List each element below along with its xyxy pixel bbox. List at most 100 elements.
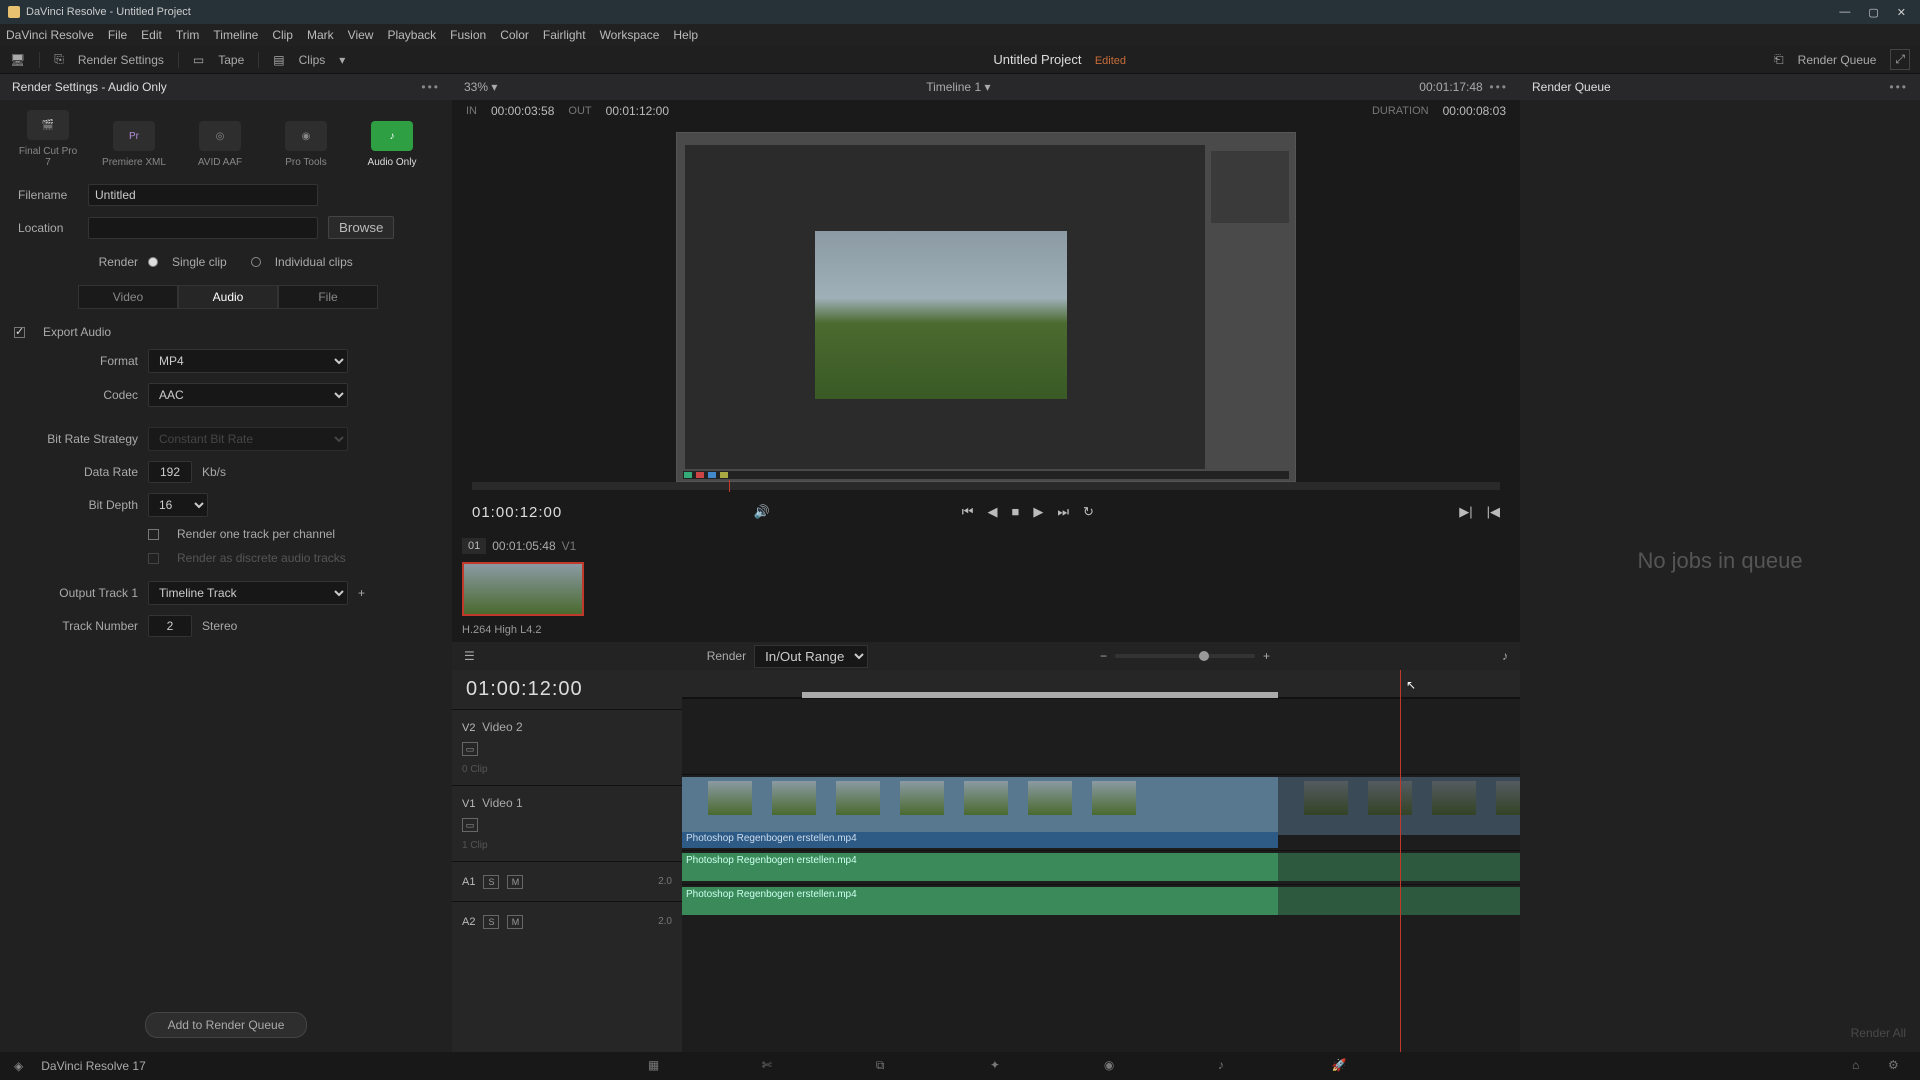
scrubber[interactable] — [472, 482, 1500, 490]
add-track-icon[interactable]: + — [358, 586, 365, 600]
play-icon[interactable]: ▶ — [1033, 504, 1043, 520]
menu-item[interactable]: Workspace — [600, 28, 660, 42]
first-frame-icon[interactable]: ⏮ — [962, 504, 974, 520]
panel-menu-icon[interactable]: ••• — [1889, 80, 1908, 94]
tab-audio[interactable]: Audio — [178, 285, 278, 309]
menu-item[interactable]: Fairlight — [543, 28, 586, 42]
window-close-icon[interactable]: ✕ — [1897, 6, 1906, 19]
home-icon[interactable]: ⌂ — [1852, 1058, 1870, 1074]
single-clip-radio[interactable] — [148, 257, 158, 267]
solo-button[interactable]: S — [483, 875, 499, 889]
render-queue-toggle[interactable]: Render Queue — [1798, 53, 1877, 67]
timeline-tracks[interactable]: Photoshop Regenbogen erstellen.mp4 Photo… — [682, 670, 1520, 1052]
menu-item[interactable]: Color — [500, 28, 529, 42]
menu-item[interactable]: Timeline — [213, 28, 258, 42]
track-header-v1[interactable]: V1 Video 1 ▭ 1 Clip — [452, 785, 682, 861]
audio-clip[interactable]: Photoshop Regenbogen erstellen.mp4 — [682, 853, 1278, 881]
individual-clips-radio[interactable] — [251, 257, 261, 267]
menu-item[interactable]: Mark — [307, 28, 334, 42]
zoom-out-icon[interactable]: − — [1100, 649, 1107, 663]
settings-icon[interactable]: ⚙ — [1888, 1058, 1906, 1074]
add-to-render-queue-button[interactable]: Add to Render Queue — [145, 1012, 308, 1038]
chevron-down-icon[interactable]: ▾ — [339, 53, 345, 67]
menu-item[interactable]: View — [348, 28, 374, 42]
browse-button[interactable]: Browse — [328, 216, 394, 239]
tape-toggle[interactable]: Tape — [218, 53, 244, 67]
menu-item[interactable]: Help — [673, 28, 698, 42]
track-header-v2[interactable]: V2 Video 2 ▭ 0 Clip — [452, 709, 682, 785]
viewer-menu-icon[interactable]: ••• — [1489, 80, 1508, 94]
clips-icon[interactable]: ▤ — [273, 53, 284, 67]
tab-video[interactable]: Video — [78, 285, 178, 309]
preset-avid[interactable]: ◎AVID AAF — [188, 121, 252, 168]
monitor-icon[interactable]: 🖥 — [10, 53, 25, 67]
timeline-view-icon[interactable]: ☰ — [464, 649, 475, 663]
bit-depth-select[interactable]: 16 — [148, 493, 208, 517]
clips-toggle[interactable]: Clips — [299, 53, 326, 67]
chevron-down-icon[interactable]: ▾ — [491, 80, 497, 94]
window-minimize-icon[interactable]: — — [1839, 6, 1850, 19]
menu-item[interactable]: Trim — [176, 28, 200, 42]
track-v1[interactable]: Photoshop Regenbogen erstellen.mp4 — [682, 774, 1520, 850]
audio-clip-dim[interactable] — [1278, 853, 1520, 881]
preset-protools[interactable]: ◉Pro Tools — [274, 121, 338, 168]
cut-page-icon[interactable]: ✄ — [762, 1058, 780, 1074]
output-track-select[interactable]: Timeline Track — [148, 581, 348, 605]
panel-menu-icon[interactable]: ••• — [421, 80, 440, 94]
stop-icon[interactable]: ■ — [1011, 504, 1019, 520]
audio-clip[interactable]: Photoshop Regenbogen erstellen.mp4 — [682, 887, 1278, 915]
video-clip[interactable] — [682, 777, 1278, 835]
menu-item[interactable]: File — [108, 28, 127, 42]
chevron-down-icon[interactable]: ▾ — [984, 80, 990, 94]
edit-page-icon[interactable]: ⧉ — [876, 1058, 894, 1074]
speaker-icon[interactable]: 🔊 — [754, 504, 770, 520]
menu-item[interactable]: Clip — [272, 28, 293, 42]
media-thumbnail[interactable] — [462, 562, 584, 616]
viewer-canvas[interactable] — [452, 122, 1520, 492]
track-enable-icon[interactable]: ▭ — [462, 742, 478, 756]
expand-icon[interactable]: ⤢ — [1890, 49, 1910, 70]
zoom-slider[interactable] — [1115, 654, 1255, 658]
fairlight-page-icon[interactable]: ♪ — [1218, 1058, 1236, 1074]
one-track-checkbox[interactable] — [148, 529, 159, 540]
menu-item[interactable]: DaVinci Resolve — [6, 28, 94, 42]
step-back-icon[interactable]: ◀ — [987, 504, 997, 520]
audio-meter-icon[interactable]: ♪ — [1502, 649, 1508, 663]
format-select[interactable]: MP4 — [148, 349, 348, 373]
track-a2[interactable]: Photoshop Regenbogen erstellen.mp4 — [682, 884, 1520, 918]
playhead[interactable] — [1400, 670, 1401, 1052]
deliver-page-icon[interactable]: 🚀 — [1332, 1058, 1350, 1074]
tape-icon[interactable]: ▭ — [193, 53, 204, 67]
track-header-a1[interactable]: A1 S M 2.0 — [452, 861, 682, 901]
preset-final-cut[interactable]: 🎬Final Cut Pro 7 — [16, 110, 80, 168]
track-number-input[interactable] — [148, 615, 192, 637]
scrubber-playhead[interactable] — [729, 480, 730, 492]
render-range-select[interactable]: In/Out Range — [754, 645, 868, 668]
menu-item[interactable]: Fusion — [450, 28, 486, 42]
color-page-icon[interactable]: ◉ — [1104, 1058, 1122, 1074]
menu-item[interactable]: Playback — [387, 28, 436, 42]
timeline-ruler[interactable] — [682, 670, 1520, 698]
render-queue-icon[interactable]: ⎗ — [1774, 52, 1784, 67]
track-v2[interactable] — [682, 698, 1520, 774]
fusion-page-icon[interactable]: ✦ — [990, 1058, 1008, 1074]
tab-file[interactable]: File — [278, 285, 378, 309]
preset-premiere[interactable]: PrPremiere XML — [102, 121, 166, 168]
solo-button[interactable]: S — [483, 915, 499, 929]
track-a1[interactable]: Photoshop Regenbogen erstellen.mp4 — [682, 850, 1520, 884]
audio-clip-dim[interactable] — [1278, 887, 1520, 915]
video-clip-dim[interactable] — [1278, 777, 1520, 835]
data-rate-input[interactable] — [148, 461, 192, 483]
render-settings-toggle[interactable]: Render Settings — [78, 53, 164, 67]
export-icon[interactable]: ⎘ — [54, 52, 64, 67]
mute-button[interactable]: M — [507, 915, 523, 929]
window-maximize-icon[interactable]: ▢ — [1868, 6, 1878, 19]
loop-icon[interactable]: ↻ — [1083, 504, 1094, 520]
mute-button[interactable]: M — [507, 875, 523, 889]
preset-audio-only[interactable]: ♪Audio Only — [360, 121, 424, 168]
next-clip-icon[interactable]: ▶| — [1459, 504, 1472, 520]
prev-clip-icon[interactable]: |◀ — [1487, 504, 1500, 520]
last-frame-icon[interactable]: ⏭ — [1057, 504, 1069, 520]
track-enable-icon[interactable]: ▭ — [462, 818, 478, 832]
location-input[interactable] — [88, 217, 318, 239]
